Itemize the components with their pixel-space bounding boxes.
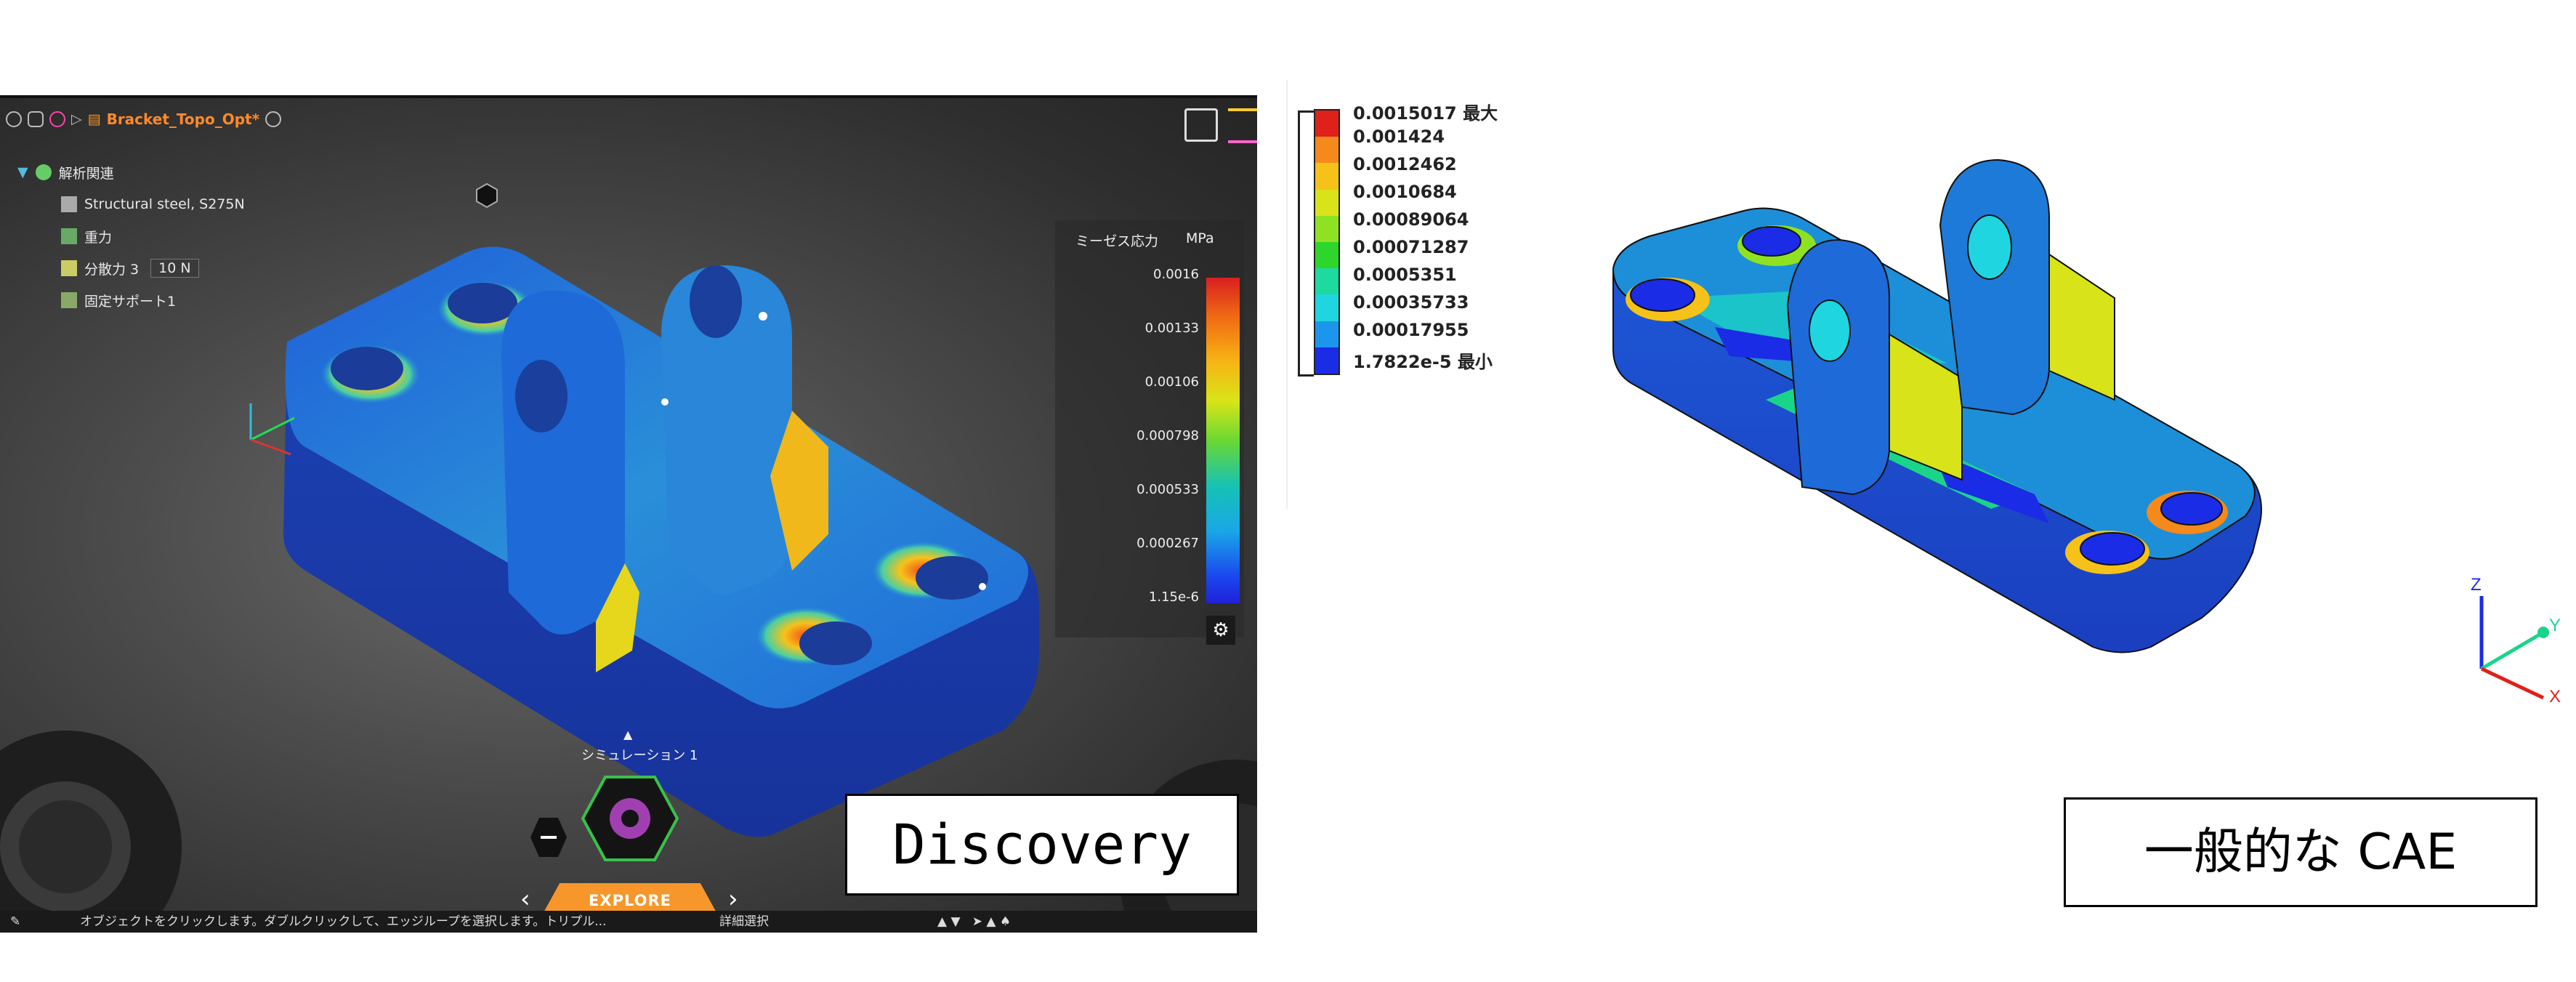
material-icon xyxy=(61,196,77,212)
toolbar: ▷ ▤ Bracket_Topo_Opt* xyxy=(6,108,282,130)
cae-caption: 一般的な CAE xyxy=(2064,797,2537,907)
cursor-icon[interactable]: ▲ ▼ ➤ ▲ ♠ xyxy=(937,911,1011,933)
discovery-caption: Discovery xyxy=(845,794,1239,896)
expand-icon[interactable]: ▼ xyxy=(17,164,28,180)
tree-item-label: 固定サポート1 xyxy=(84,293,177,310)
globe-icon[interactable] xyxy=(265,111,282,127)
simulation-gear-button[interactable] xyxy=(581,776,679,861)
pencil-icon[interactable]: ✎ xyxy=(10,911,20,933)
simulation-label: シミュレーション 1 xyxy=(581,748,698,763)
file-name[interactable]: Bracket_Topo_Opt* xyxy=(107,110,259,128)
cae-legend-label: 0.00017955 xyxy=(1353,320,1469,340)
legend-swatch xyxy=(1315,189,1339,216)
cae-legend-label: 0.00035733 xyxy=(1353,292,1469,313)
legend-label: 0.00133 xyxy=(1144,321,1199,336)
tree-item-material[interactable]: Structural steel, S275N xyxy=(17,188,245,220)
cae-legend-label: 0.0012462 xyxy=(1353,154,1457,174)
legend-settings-button[interactable]: ⚙ xyxy=(1206,616,1235,645)
legend-title[interactable]: ミーゼス応力 xyxy=(1075,230,1158,250)
tree-item-label: 重力 xyxy=(84,229,113,246)
legend-label: 0.000798 xyxy=(1136,428,1199,443)
legend-swatch xyxy=(1315,294,1339,321)
legend-swatch xyxy=(1315,215,1339,242)
cae-legend-label: 1.7822e-5 最小 xyxy=(1353,352,1493,372)
axis-label-y: Y xyxy=(2549,616,2561,635)
analysis-icon xyxy=(35,164,52,180)
tree-item-analysis[interactable]: ▼ 解析関連 xyxy=(17,156,245,188)
document-icon: ▤ xyxy=(87,111,101,127)
tree-item-support[interactable]: 固定サポート1 xyxy=(17,284,245,316)
detail-select[interactable]: 詳細選択 xyxy=(719,911,769,933)
legend-swatch xyxy=(1315,241,1339,269)
legend-color-bar xyxy=(1206,278,1240,603)
cae-legend-label: 0.0015017 最大 xyxy=(1353,103,1498,124)
legend-swatch xyxy=(1315,137,1339,164)
status-bar: ✎ オブジェクトをクリックします。ダブルクリックして、エッジループを選択します。… xyxy=(0,911,1257,933)
tree-item-gravity[interactable]: 重力 xyxy=(17,220,245,252)
gravity-icon xyxy=(61,228,77,244)
legend-swatch xyxy=(1315,163,1339,190)
tree-item-force[interactable]: 分散力 3 10 N xyxy=(17,252,245,284)
prev-arrow-icon[interactable]: ‹ xyxy=(520,885,530,914)
legend-unit-select[interactable]: MPa xyxy=(1186,230,1214,246)
support-icon xyxy=(61,292,77,308)
bracket-model-cae[interactable] xyxy=(1584,145,2282,669)
snapshot-icon[interactable] xyxy=(1184,108,1218,142)
graph-icon[interactable] xyxy=(1228,108,1257,143)
cae-legend-label: 0.00089064 xyxy=(1353,209,1469,230)
target-icon[interactable] xyxy=(6,111,22,127)
cae-legend-bar xyxy=(1314,109,1340,375)
legend-label: 0.000267 xyxy=(1136,536,1199,551)
cae-legend-bracket xyxy=(1298,110,1314,377)
legend-label: 0.000533 xyxy=(1136,482,1199,497)
cae-legend-label: 0.001424 xyxy=(1353,126,1445,147)
force-value-field[interactable]: 10 N xyxy=(150,259,199,278)
axis-label-z: Z xyxy=(2471,575,2482,595)
minus-button[interactable] xyxy=(530,818,567,857)
legend-label: 1.15e-6 xyxy=(1148,589,1199,605)
legend-swatch xyxy=(1315,268,1339,295)
eye-icon[interactable] xyxy=(28,111,44,127)
cae-legend-label: 0.0005351 xyxy=(1353,265,1457,285)
top-right-tools xyxy=(1184,108,1257,143)
force-icon xyxy=(61,260,77,276)
explore-tab[interactable]: ‹ EXPLORE › xyxy=(498,879,762,915)
legend-label: 0.00106 xyxy=(1144,374,1199,390)
tree-item-label: Structural steel, S275N xyxy=(84,196,245,212)
legend-swatch xyxy=(1315,321,1339,347)
cae-legend-label: 0.0010684 xyxy=(1353,182,1457,202)
divider xyxy=(1286,80,1288,509)
status-text: オブジェクトをクリックします。ダブルクリックして、エッジループを選択します。トリ… xyxy=(80,914,607,929)
tree-item-label: 分散力 3 xyxy=(84,261,140,278)
cae-legend-label: 0.00071287 xyxy=(1353,237,1469,257)
axis-label-x: X xyxy=(2549,687,2561,705)
color-wheel-icon[interactable] xyxy=(49,111,65,127)
next-arrow-icon[interactable]: › xyxy=(728,885,738,914)
legend-swatch xyxy=(1315,347,1339,374)
tree-item-label: 解析関連 xyxy=(58,165,114,182)
caret-up-icon[interactable]: ▲ xyxy=(623,728,632,741)
axis-triad: Z Y X xyxy=(2471,575,2561,705)
legend-label: 0.0016 xyxy=(1153,267,1199,282)
play-icon[interactable]: ▷ xyxy=(71,111,82,127)
structure-tree: ▼ 解析関連 Structural steel, S275N 重力 分散力 3 … xyxy=(17,156,245,316)
legend-swatch xyxy=(1315,110,1339,137)
